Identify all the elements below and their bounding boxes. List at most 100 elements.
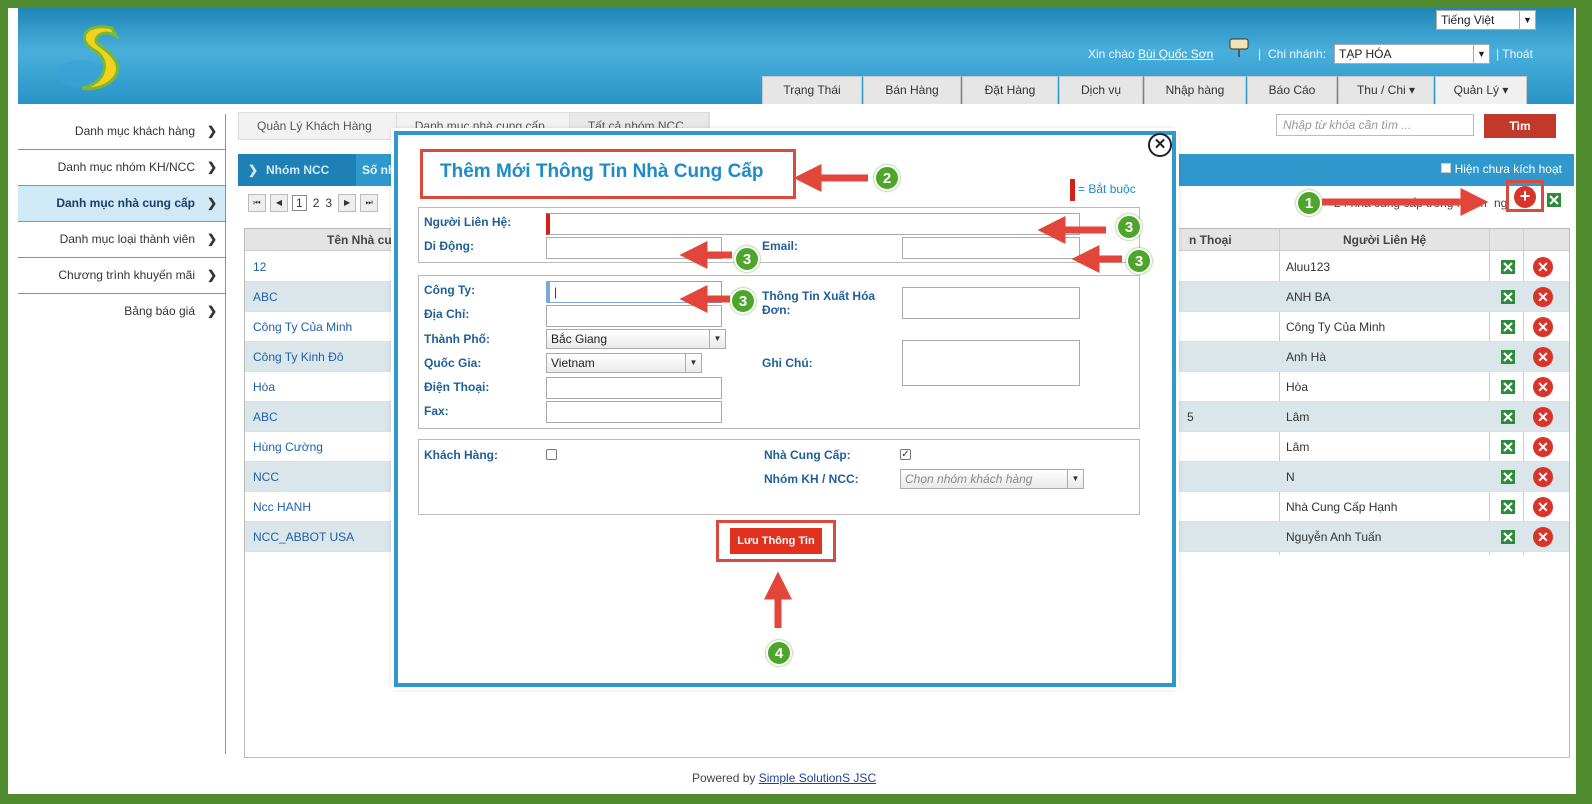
page-number[interactable]: 1 (292, 195, 307, 211)
delete-icon[interactable]: ✕ (1533, 407, 1553, 427)
tab-dat-hang[interactable]: Đặt Hàng (962, 76, 1058, 104)
contact-cell: N (1286, 470, 1295, 484)
city-label: Thành Phố: (424, 332, 490, 346)
contact-cell: ANH BA (1286, 290, 1331, 304)
supplier-name-link[interactable]: Công Ty Kinh Đô (253, 350, 344, 364)
col-phone-header[interactable]: n Thoại (1189, 229, 1232, 251)
annotation-badge: 3 (734, 246, 760, 272)
country-select[interactable]: Vietnam ▼ (546, 353, 702, 373)
supplier-checkbox[interactable]: ✓ (900, 449, 911, 460)
supplier-name-link[interactable]: ABC (253, 290, 278, 304)
excel-icon[interactable] (1499, 528, 1517, 546)
delete-icon[interactable]: ✕ (1533, 497, 1553, 517)
sidebar-item-groups[interactable]: Danh mục nhóm KH/NCC ❯ (18, 150, 225, 186)
sidebar-item-customers[interactable]: Danh mục khách hàng ❯ (18, 114, 225, 150)
user-link[interactable]: Bùi Quốc Sơn (1138, 47, 1213, 61)
country-label: Quốc Gia: (424, 356, 482, 370)
close-icon[interactable]: ✕ (1148, 133, 1172, 157)
company-input[interactable]: | (546, 281, 722, 303)
tab-thu-chi[interactable]: Thu / Chi ▾ (1338, 76, 1434, 104)
supplier-name-link[interactable]: Ncc HANH (253, 500, 311, 514)
search-input[interactable]: Nhập từ khóa cần tìm ... (1276, 114, 1474, 136)
delete-icon[interactable]: ✕ (1533, 527, 1553, 547)
contact-cell: Aluu123 (1286, 260, 1331, 274)
page-number[interactable]: 2 (313, 196, 320, 210)
save-button[interactable]: Lưu Thông Tin (730, 528, 822, 554)
contact-person-input[interactable] (546, 213, 1080, 235)
delete-icon[interactable]: ✕ (1533, 287, 1553, 307)
header: Tiếng Việt ▼ Xin chào Bùi Quốc Sơn | Chi … (18, 8, 1574, 104)
excel-icon[interactable] (1499, 498, 1517, 516)
supplier-name-link[interactable]: Hòa (253, 380, 275, 394)
inactive-filter[interactable]: Hiện chưa kích hoạt (1440, 162, 1562, 176)
sidebar-item-promotions[interactable]: Chương trình khuyến mãi ❯ (18, 258, 225, 294)
group-select[interactable]: Chọn nhóm khách hàng ▼ (900, 469, 1084, 489)
supplier-name-link[interactable]: Hùng Cường (253, 440, 323, 454)
company-link[interactable]: Simple SolutionS JSC (759, 771, 876, 785)
search-button[interactable]: Tìm (1484, 114, 1556, 138)
excel-icon[interactable] (1499, 408, 1517, 426)
chevron-right-icon: ❯ (248, 163, 259, 177)
first-page-icon[interactable]: ⏮ (248, 194, 266, 212)
excel-icon[interactable] (1499, 438, 1517, 456)
supplier-name-link[interactable]: ABC (253, 410, 278, 424)
tab-bao-cao[interactable]: Báo Cáo (1247, 76, 1337, 104)
sidebar-item-suppliers[interactable]: Danh mục nhà cung cấp ❯ (18, 186, 225, 222)
excel-icon[interactable] (1499, 318, 1517, 336)
tab-quan-ly[interactable]: Quản Lý ▾ (1435, 76, 1527, 104)
page-number[interactable]: 3 (325, 196, 332, 210)
excel-icon[interactable] (1499, 378, 1517, 396)
address-input[interactable] (546, 305, 722, 327)
logout-link[interactable]: | Thoát (1496, 47, 1533, 61)
prev-page-icon[interactable]: ◀ (270, 194, 288, 212)
customer-checkbox[interactable] (546, 449, 557, 460)
next-page-icon[interactable]: ▶ (338, 194, 357, 212)
supplier-name-link[interactable]: 12 (253, 260, 266, 274)
note-textarea[interactable] (902, 340, 1080, 386)
signpost-icon[interactable] (1228, 36, 1250, 58)
address-label: Địa Chỉ: (424, 307, 470, 321)
pager: ⏮ ◀ 1 2 3 ▶ ⏭ (248, 194, 382, 212)
supplier-name-link[interactable]: Công Ty Của Minh (253, 320, 352, 334)
delete-icon[interactable]: ✕ (1533, 377, 1553, 397)
col-contact-header[interactable]: Người Liên Hệ (1343, 229, 1426, 251)
tab-nhap-hang[interactable]: Nhập hàng (1144, 76, 1246, 104)
inactive-checkbox[interactable] (1440, 163, 1451, 173)
contact-cell: Lâm (1286, 440, 1310, 454)
excel-icon[interactable] (1499, 348, 1517, 366)
sidebar: Danh mục khách hàng ❯ Danh mục nhóm KH/NC… (18, 114, 226, 754)
language-select[interactable]: Tiếng Việt ▼ (1436, 10, 1536, 30)
excel-icon[interactable] (1499, 468, 1517, 486)
branch-select[interactable]: TẠP HÓA ▼ (1334, 44, 1490, 64)
tab-trang-thai[interactable]: Trạng Thái (762, 76, 862, 104)
dialog-title: Thêm Mới Thông Tin Nhà Cung Cấp (440, 161, 764, 182)
email-input[interactable] (902, 237, 1080, 259)
mobile-label: Di Động: (424, 239, 474, 253)
excel-icon[interactable] (1499, 258, 1517, 276)
delete-icon[interactable]: ✕ (1533, 437, 1553, 457)
supplier-name-link[interactable]: NCC_ABBOT USA (253, 530, 354, 544)
delete-icon[interactable]: ✕ (1533, 257, 1553, 277)
fax-input[interactable] (546, 401, 722, 423)
tab-ban-hang[interactable]: Bán Hàng (863, 76, 961, 104)
sidebar-item-member-types[interactable]: Danh mục loại thành viên ❯ (18, 222, 225, 258)
city-select[interactable]: Bắc Giang ▼ (546, 329, 726, 349)
delete-icon[interactable]: ✕ (1533, 467, 1553, 487)
delete-icon[interactable]: ✕ (1533, 317, 1553, 337)
add-supplier-icon[interactable]: + (1514, 186, 1536, 208)
phone-input[interactable] (546, 377, 722, 399)
supplier-name-link[interactable]: NCC (253, 470, 279, 484)
tab-dich-vu[interactable]: Dịch vụ (1059, 76, 1143, 104)
last-page-icon[interactable]: ⏭ (360, 194, 379, 212)
mobile-input[interactable] (546, 237, 722, 259)
group-tab[interactable]: ❯ Nhóm NCC (238, 154, 356, 186)
excel-export-icon[interactable] (1546, 192, 1562, 208)
breadcrumb-item[interactable]: Quản Lý Khách Hàng (239, 113, 397, 139)
annotation-badge: 3 (730, 288, 756, 314)
invoice-info-input[interactable] (902, 287, 1080, 319)
chevron-right-icon: ❯ (206, 304, 217, 318)
contact-cell: Lâm (1286, 410, 1310, 424)
delete-icon[interactable]: ✕ (1533, 347, 1553, 367)
excel-icon[interactable] (1499, 288, 1517, 306)
sidebar-item-quotes[interactable]: Bảng báo giá ❯ (18, 294, 225, 330)
